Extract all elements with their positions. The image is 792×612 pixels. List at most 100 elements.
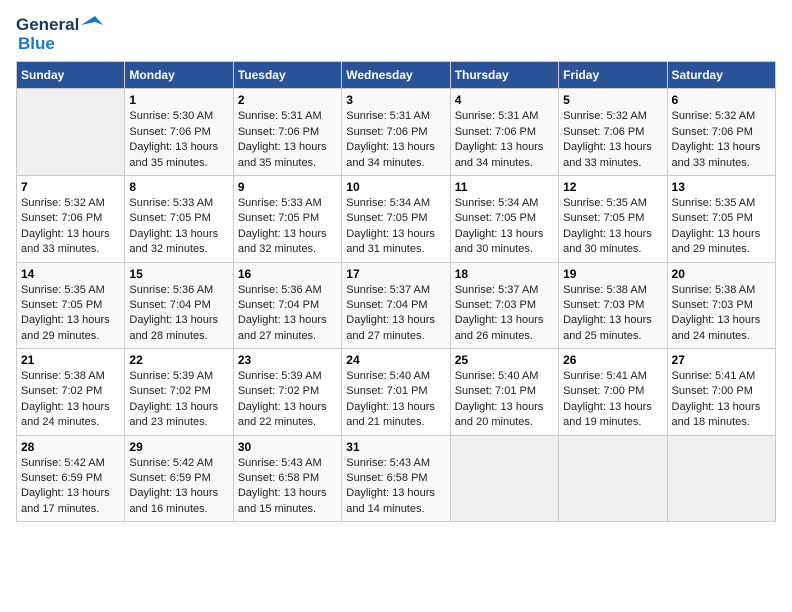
calendar-cell: 30 Sunrise: 5:43 AMSunset: 6:58 PMDayligh… xyxy=(233,435,341,522)
day-info: Sunrise: 5:39 AMSunset: 7:02 PMDaylight:… xyxy=(238,369,337,431)
day-info: Sunrise: 5:38 AMSunset: 7:03 PMDaylight:… xyxy=(563,283,662,345)
calendar-cell: 3 Sunrise: 5:31 AMSunset: 7:06 PMDaylight… xyxy=(342,89,450,176)
day-number: 25 xyxy=(455,353,554,367)
week-row-2: 14Sunrise: 5:35 AMSunset: 7:05 PMDayligh… xyxy=(17,262,776,349)
calendar-cell: 10 Sunrise: 5:34 AMSunset: 7:05 PMDayligh… xyxy=(342,175,450,262)
calendar-cell xyxy=(17,89,125,176)
header-sunday: Sunday xyxy=(17,62,125,89)
header-monday: Monday xyxy=(125,62,233,89)
day-number: 21 xyxy=(21,353,120,367)
day-number: 20 xyxy=(672,267,771,281)
day-info: Sunrise: 5:35 AMSunset: 7:05 PMDaylight:… xyxy=(672,196,771,258)
day-number: 5 xyxy=(563,93,662,107)
calendar-cell: 31 Sunrise: 5:43 AMSunset: 6:58 PMDayligh… xyxy=(342,435,450,522)
day-number: 16 xyxy=(238,267,337,281)
day-info: Sunrise: 5:32 AMSunset: 7:06 PMDaylight:… xyxy=(672,109,771,171)
calendar-cell: 11Sunrise: 5:34 AMSunset: 7:05 PMDayligh… xyxy=(450,175,558,262)
calendar-cell: 27Sunrise: 5:41 AMSunset: 7:00 PMDayligh… xyxy=(667,349,775,436)
day-number: 4 xyxy=(455,93,554,107)
calendar-table: SundayMondayTuesdayWednesdayThursdayFrid… xyxy=(16,61,776,522)
calendar-cell: 8Sunrise: 5:33 AMSunset: 7:05 PMDaylight… xyxy=(125,175,233,262)
calendar-cell: 4 Sunrise: 5:31 AMSunset: 7:06 PMDaylight… xyxy=(450,89,558,176)
calendar-cell: 28 Sunrise: 5:42 AMSunset: 6:59 PMDayligh… xyxy=(17,435,125,522)
day-number: 29 xyxy=(129,440,228,454)
day-info: Sunrise: 5:35 AMSunset: 7:05 PMDaylight:… xyxy=(563,196,662,258)
logo-blue: Blue xyxy=(18,35,55,54)
day-info: Sunrise: 5:43 AMSunset: 6:58 PMDaylight:… xyxy=(346,456,445,518)
calendar-cell: 5Sunrise: 5:32 AMSunset: 7:06 PMDaylight… xyxy=(559,89,667,176)
calendar-cell xyxy=(667,435,775,522)
calendar-cell: 23 Sunrise: 5:39 AMSunset: 7:02 PMDayligh… xyxy=(233,349,341,436)
calendar-cell: 26 Sunrise: 5:41 AMSunset: 7:00 PMDayligh… xyxy=(559,349,667,436)
day-info: Sunrise: 5:33 AMSunset: 7:05 PMDaylight:… xyxy=(238,196,337,258)
week-row-3: 21 Sunrise: 5:38 AMSunset: 7:02 PMDayligh… xyxy=(17,349,776,436)
day-info: Sunrise: 5:31 AMSunset: 7:06 PMDaylight:… xyxy=(455,109,554,171)
day-info: Sunrise: 5:32 AMSunset: 7:06 PMDaylight:… xyxy=(21,196,120,258)
week-row-4: 28 Sunrise: 5:42 AMSunset: 6:59 PMDayligh… xyxy=(17,435,776,522)
day-info: Sunrise: 5:39 AMSunset: 7:02 PMDaylight:… xyxy=(129,369,228,431)
week-row-0: 1 Sunrise: 5:30 AMSunset: 7:06 PMDaylight… xyxy=(17,89,776,176)
day-number: 10 xyxy=(346,180,445,194)
header: General Blue xyxy=(16,16,776,53)
logo: General Blue xyxy=(16,16,103,53)
calendar-cell: 14Sunrise: 5:35 AMSunset: 7:05 PMDayligh… xyxy=(17,262,125,349)
calendar-cell: 13 Sunrise: 5:35 AMSunset: 7:05 PMDayligh… xyxy=(667,175,775,262)
day-info: Sunrise: 5:34 AMSunset: 7:05 PMDaylight:… xyxy=(455,196,554,258)
calendar-cell: 12 Sunrise: 5:35 AMSunset: 7:05 PMDayligh… xyxy=(559,175,667,262)
day-info: Sunrise: 5:31 AMSunset: 7:06 PMDaylight:… xyxy=(238,109,337,171)
day-info: Sunrise: 5:30 AMSunset: 7:06 PMDaylight:… xyxy=(129,109,228,171)
day-info: Sunrise: 5:37 AMSunset: 7:04 PMDaylight:… xyxy=(346,283,445,345)
calendar-header: SundayMondayTuesdayWednesdayThursdayFrid… xyxy=(17,62,776,89)
calendar-cell: 25 Sunrise: 5:40 AMSunset: 7:01 PMDayligh… xyxy=(450,349,558,436)
day-info: Sunrise: 5:31 AMSunset: 7:06 PMDaylight:… xyxy=(346,109,445,171)
calendar-cell: 2 Sunrise: 5:31 AMSunset: 7:06 PMDaylight… xyxy=(233,89,341,176)
calendar-cell xyxy=(450,435,558,522)
day-number: 3 xyxy=(346,93,445,107)
calendar-body: 1 Sunrise: 5:30 AMSunset: 7:06 PMDaylight… xyxy=(17,89,776,522)
day-number: 30 xyxy=(238,440,337,454)
calendar-cell: 18 Sunrise: 5:37 AMSunset: 7:03 PMDayligh… xyxy=(450,262,558,349)
day-info: Sunrise: 5:36 AMSunset: 7:04 PMDaylight:… xyxy=(129,283,228,345)
calendar-cell: 7 Sunrise: 5:32 AMSunset: 7:06 PMDaylight… xyxy=(17,175,125,262)
day-number: 31 xyxy=(346,440,445,454)
header-thursday: Thursday xyxy=(450,62,558,89)
day-number: 9 xyxy=(238,180,337,194)
calendar-cell: 29Sunrise: 5:42 AMSunset: 6:59 PMDayligh… xyxy=(125,435,233,522)
day-info: Sunrise: 5:43 AMSunset: 6:58 PMDaylight:… xyxy=(238,456,337,518)
day-number: 1 xyxy=(129,93,228,107)
day-info: Sunrise: 5:38 AMSunset: 7:02 PMDaylight:… xyxy=(21,369,120,431)
day-number: 17 xyxy=(346,267,445,281)
day-number: 28 xyxy=(21,440,120,454)
calendar-cell: 24Sunrise: 5:40 AMSunset: 7:01 PMDayligh… xyxy=(342,349,450,436)
day-number: 13 xyxy=(672,180,771,194)
header-wednesday: Wednesday xyxy=(342,62,450,89)
day-info: Sunrise: 5:34 AMSunset: 7:05 PMDaylight:… xyxy=(346,196,445,258)
day-info: Sunrise: 5:41 AMSunset: 7:00 PMDaylight:… xyxy=(563,369,662,431)
day-info: Sunrise: 5:42 AMSunset: 6:59 PMDaylight:… xyxy=(21,456,120,518)
calendar-cell: 19Sunrise: 5:38 AMSunset: 7:03 PMDayligh… xyxy=(559,262,667,349)
day-number: 18 xyxy=(455,267,554,281)
day-number: 12 xyxy=(563,180,662,194)
day-info: Sunrise: 5:36 AMSunset: 7:04 PMDaylight:… xyxy=(238,283,337,345)
logo-general: General xyxy=(16,16,79,35)
calendar-cell: 22 Sunrise: 5:39 AMSunset: 7:02 PMDayligh… xyxy=(125,349,233,436)
week-row-1: 7 Sunrise: 5:32 AMSunset: 7:06 PMDaylight… xyxy=(17,175,776,262)
day-number: 27 xyxy=(672,353,771,367)
day-info: Sunrise: 5:40 AMSunset: 7:01 PMDaylight:… xyxy=(455,369,554,431)
day-number: 23 xyxy=(238,353,337,367)
header-row: SundayMondayTuesdayWednesdayThursdayFrid… xyxy=(17,62,776,89)
calendar-cell: 9 Sunrise: 5:33 AMSunset: 7:05 PMDaylight… xyxy=(233,175,341,262)
day-number: 2 xyxy=(238,93,337,107)
day-number: 15 xyxy=(129,267,228,281)
calendar-cell: 20Sunrise: 5:38 AMSunset: 7:03 PMDayligh… xyxy=(667,262,775,349)
day-number: 8 xyxy=(129,180,228,194)
calendar-cell xyxy=(559,435,667,522)
calendar-cell: 15 Sunrise: 5:36 AMSunset: 7:04 PMDayligh… xyxy=(125,262,233,349)
day-number: 7 xyxy=(21,180,120,194)
day-info: Sunrise: 5:40 AMSunset: 7:01 PMDaylight:… xyxy=(346,369,445,431)
day-info: Sunrise: 5:37 AMSunset: 7:03 PMDaylight:… xyxy=(455,283,554,345)
calendar-cell: 17 Sunrise: 5:37 AMSunset: 7:04 PMDayligh… xyxy=(342,262,450,349)
day-number: 22 xyxy=(129,353,228,367)
day-info: Sunrise: 5:35 AMSunset: 7:05 PMDaylight:… xyxy=(21,283,120,345)
day-number: 26 xyxy=(563,353,662,367)
